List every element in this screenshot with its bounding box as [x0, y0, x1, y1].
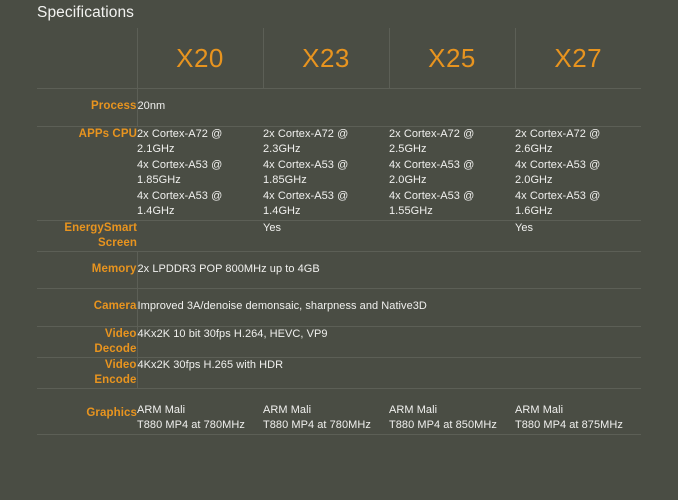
cell-graphics-x23: ARM Mali T880 MP4 at 780MHz	[263, 388, 389, 435]
cell-line: 2x Cortex-A72 @	[389, 127, 475, 140]
cell-energysmart-screen-x23: Yes	[263, 220, 389, 252]
device-name: X20	[176, 43, 224, 73]
cell-line: 2x Cortex-A72 @	[137, 127, 223, 140]
cell-line: 4x Cortex-A53 @	[263, 158, 349, 171]
cell-line: 2.0GHz	[389, 174, 427, 186]
row-label-apps-cpu: APPs CPU	[37, 126, 137, 221]
column-header-x20[interactable]: X20	[136, 28, 263, 89]
row-label-video-encode: Video Encode	[37, 357, 137, 389]
cell-apps-cpu-x27: 2x Cortex-A72 @ 2.6GHz 4x Cortex-A53 @ 2.0G…	[515, 126, 641, 221]
cell-line: 4x Cortex-A53 @	[137, 158, 223, 171]
cell-line: 1.4GHz	[137, 205, 175, 217]
table-corner-cell	[37, 28, 137, 89]
cell-line: 1.6GHz	[515, 205, 553, 217]
row-label-energysmart-screen: EnergySmart Screen	[37, 220, 137, 252]
table-row: Camera Improved 3A/denoise demonsaic, sha…	[37, 288, 641, 327]
cell-process-all: 20nm	[136, 88, 641, 127]
cell-apps-cpu-x23: 2x Cortex-A72 @ 2.3GHz 4x Cortex-A53 @ 1.85…	[263, 126, 389, 221]
row-label-line: Decode	[94, 342, 137, 355]
cell-line: Improved 3A/denoise demonsaic, sharpness…	[137, 300, 427, 312]
cell-line: 2x LPDDR3 POP 800MHz up to 4GB	[137, 262, 320, 275]
cell-line: 2x Cortex-A72 @	[515, 127, 601, 140]
cell-line: 2.1GHz	[137, 143, 175, 155]
cell-line: T880 MP4 at 850MHz	[389, 419, 497, 431]
cell-line: ARM Mali	[515, 403, 564, 416]
row-label-line: EnergySmart	[64, 221, 137, 234]
table-row: Graphics ARM Mali T880 MP4 at 780MHz ARM Ma…	[37, 388, 641, 435]
table-row: Video Encode 4Kx2K 30fps H.265 with HDR	[37, 357, 641, 389]
table-row: EnergySmart Screen Yes Yes	[37, 220, 641, 252]
cell-line: ARM Mali	[389, 403, 438, 416]
row-label-line: Video	[104, 327, 137, 340]
cell-graphics-x27: ARM Mali T880 MP4 at 875MHz	[515, 388, 641, 435]
column-header-x27[interactable]: X27	[514, 28, 641, 89]
cell-line: 1.4GHz	[263, 205, 301, 217]
cell-video-decode-all: 4Kx2K 10 bit 30fps H.264, HEVC, VP9	[136, 326, 641, 358]
row-label-graphics: Graphics	[37, 388, 137, 435]
cell-line: 2.0GHz	[515, 174, 553, 186]
specifications-page: Specifications X20 X23 X25 X27 Process 20nm AP…	[0, 0, 678, 500]
device-name: X23	[302, 43, 350, 73]
cell-camera-all: Improved 3A/denoise demonsaic, sharpness…	[136, 288, 641, 327]
row-label-memory: Memory	[37, 251, 137, 289]
cell-line: ARM Mali	[263, 403, 312, 416]
row-label-camera: Camera	[37, 288, 137, 327]
cell-line: 4x Cortex-A53 @	[515, 189, 601, 202]
cell-energysmart-screen-x20	[137, 220, 263, 252]
cell-memory-all: 2x LPDDR3 POP 800MHz up to 4GB	[136, 251, 641, 289]
cell-line: 1.55GHz	[389, 205, 433, 217]
cell-line: 4x Cortex-A53 @	[389, 189, 475, 202]
row-label-process: Process	[37, 88, 137, 127]
page-title: Specifications	[37, 4, 135, 21]
cell-line: 2.5GHz	[389, 143, 427, 155]
device-name: X27	[554, 43, 603, 73]
cell-line: 4x Cortex-A53 @	[515, 158, 601, 171]
cell-energysmart-screen-x27: Yes	[515, 220, 641, 252]
row-label-line: Encode	[94, 373, 137, 386]
cell-line: 1.85GHz	[263, 174, 307, 186]
cell-energysmart-screen-x25	[389, 220, 515, 252]
cell-line: Yes	[263, 221, 282, 234]
cell-line: 4x Cortex-A53 @	[137, 189, 223, 202]
column-header-x23[interactable]: X23	[262, 28, 389, 89]
table-body: X20 X23 X25 X27 Process 20nm APPs CPU 2x Cortex…	[37, 28, 641, 435]
cell-line: T880 MP4 at 875MHz	[515, 419, 623, 431]
device-name: X25	[428, 43, 476, 73]
table-row: Video Decode 4Kx2K 10 bit 30fps H.264, HEV…	[37, 326, 641, 358]
row-label-video-decode: Video Decode	[37, 326, 137, 358]
cell-line: 20nm	[137, 100, 166, 112]
specifications-table: X20 X23 X25 X27 Process 20nm APPs CPU 2x Cortex…	[37, 28, 641, 435]
cell-line: 4x Cortex-A53 @	[263, 189, 349, 202]
cell-line: 4Kx2K 10 bit 30fps H.264, HEVC, VP9	[137, 327, 328, 340]
cell-apps-cpu-x20: 2x Cortex-A72 @ 2.1GHz 4x Cortex-A53 @ 1.85…	[137, 126, 263, 221]
cell-apps-cpu-x25: 2x Cortex-A72 @ 2.5GHz 4x Cortex-A53 @ 2.0G…	[389, 126, 515, 221]
cell-line: T880 MP4 at 780MHz	[137, 419, 245, 431]
cell-video-encode-all: 4Kx2K 30fps H.265 with HDR	[136, 357, 641, 389]
cell-line: 2x Cortex-A72 @	[263, 127, 349, 140]
cell-line: ARM Mali	[137, 403, 186, 416]
cell-line: 4x Cortex-A53 @	[389, 158, 475, 171]
row-label-line: Video	[104, 358, 137, 371]
table-row: APPs CPU 2x Cortex-A72 @2.1GHz 4x Cortex-A…	[37, 126, 641, 221]
row-label-line: Screen	[98, 236, 137, 249]
column-header-x25[interactable]: X25	[388, 28, 515, 89]
table-row: Memory 2x LPDDR3 POP 800MHz up to 4GB	[37, 251, 641, 289]
cell-line: Yes	[515, 221, 534, 234]
table-row: Process 20nm	[37, 88, 641, 127]
cell-line: 4Kx2K 30fps H.265 with HDR	[137, 358, 284, 371]
cell-line: 2.3GHz	[263, 143, 301, 155]
table-header-row: X20 X23 X25 X27	[37, 28, 641, 89]
cell-line: 2.6GHz	[515, 143, 553, 155]
cell-line: T880 MP4 at 780MHz	[263, 419, 371, 431]
cell-line: 1.85GHz	[137, 174, 181, 186]
cell-graphics-x20: ARM Mali T880 MP4 at 780MHz	[137, 388, 263, 435]
cell-graphics-x25: ARM Mali T880 MP4 at 850MHz	[389, 388, 515, 435]
